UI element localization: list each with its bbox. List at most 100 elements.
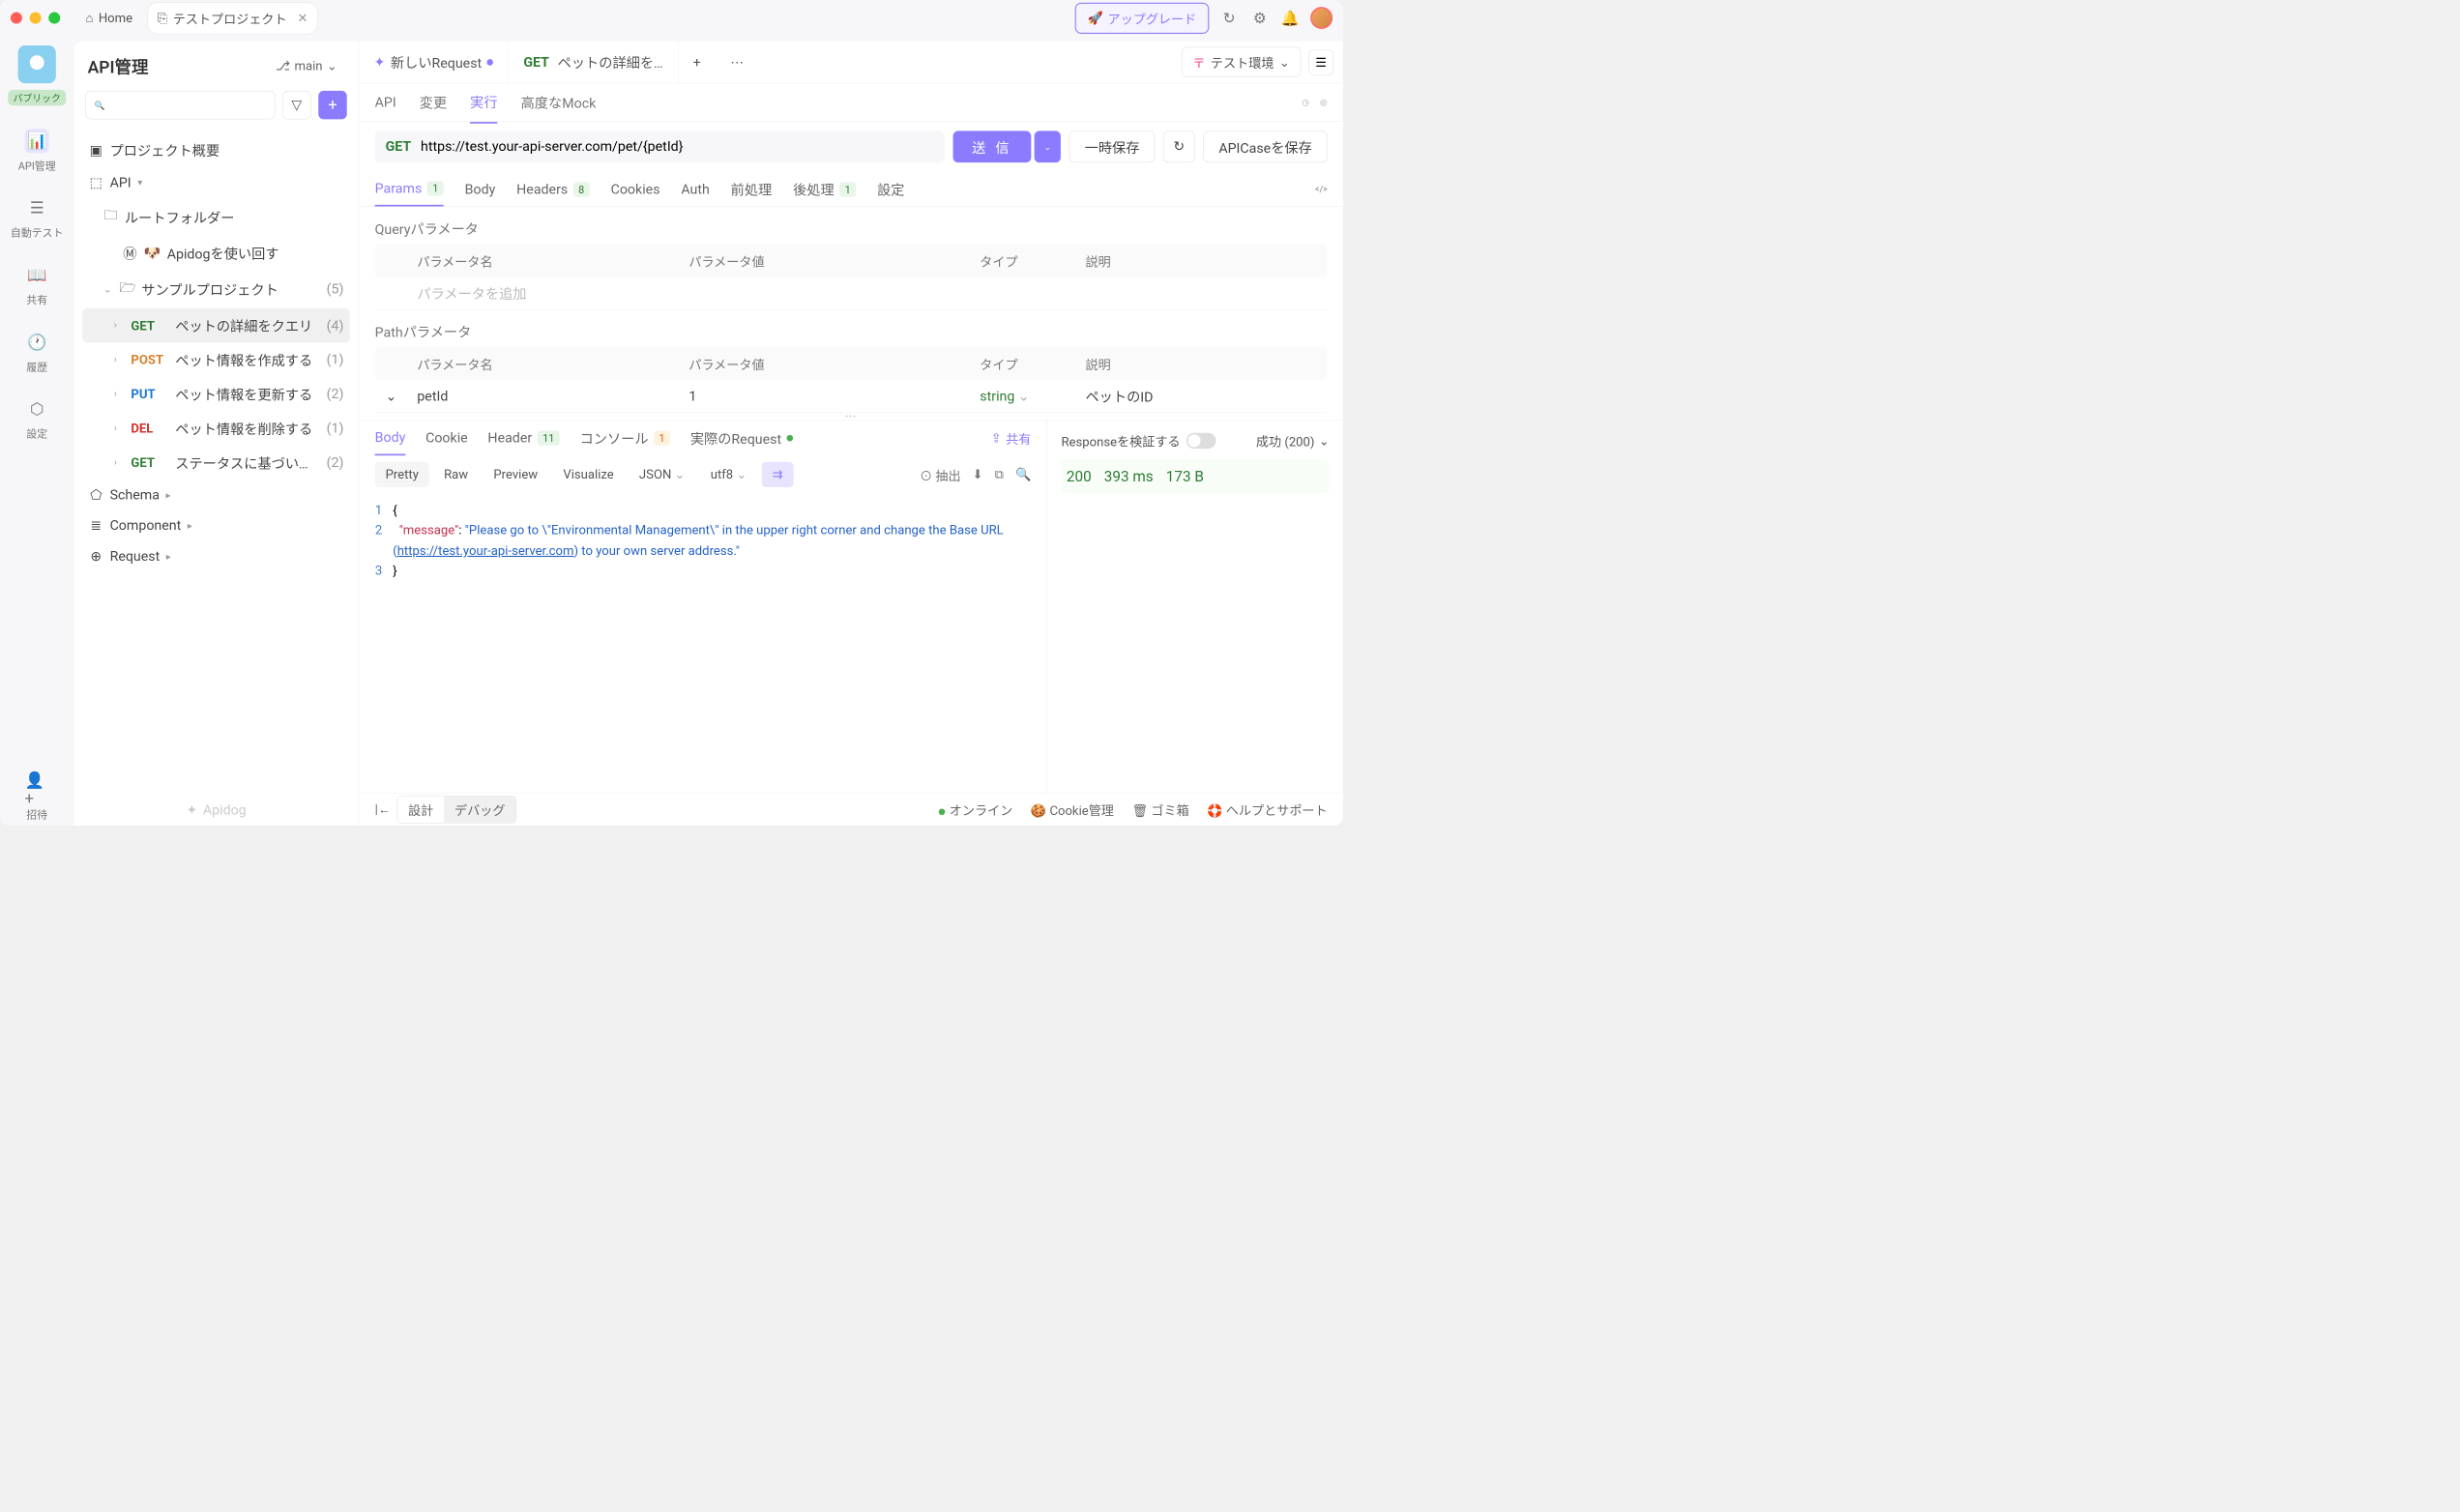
- nav-history[interactable]: 🕐 履歴: [25, 326, 49, 378]
- dropdown-icon: ▾: [137, 177, 148, 188]
- path-param-row[interactable]: ⌄ petId 1 string ⌄ ペットのID: [375, 380, 1328, 413]
- close-tab-icon[interactable]: ✕: [298, 11, 308, 25]
- subtab-change[interactable]: 変更: [420, 82, 447, 123]
- tree-sample-project[interactable]: ⌄ 🗁 サンプルプロジェクト (5): [82, 271, 350, 308]
- nav-settings[interactable]: ⬡ 設定: [25, 393, 49, 445]
- tool-utf8[interactable]: utf8 ⌄: [700, 462, 758, 487]
- copy-icon[interactable]: ⧉: [995, 467, 1004, 481]
- tree-schema[interactable]: ⬠ Schema ▸: [82, 480, 350, 510]
- resp-tab-header[interactable]: Header 11: [487, 422, 559, 454]
- resp-tab-cookie[interactable]: Cookie: [425, 422, 468, 454]
- ws-add-tab[interactable]: +: [678, 42, 716, 83]
- col-value: パラメータ値: [678, 251, 969, 270]
- trash-button[interactable]: 🗑 ゴミ箱: [1131, 800, 1188, 819]
- splitter[interactable]: •••: [359, 413, 1343, 421]
- save-temp-button[interactable]: 一時保存: [1069, 131, 1155, 162]
- debug-mode[interactable]: デバッグ: [444, 796, 515, 823]
- mode-toggle[interactable]: 設計 デバッグ: [397, 796, 516, 824]
- req-tab-auth[interactable]: Auth: [681, 173, 709, 206]
- nav-workspace[interactable]: パブリック: [8, 42, 66, 110]
- reset-button[interactable]: ↻: [1163, 131, 1195, 162]
- search-icon[interactable]: 🔍: [1015, 467, 1031, 481]
- req-tab-cookies[interactable]: Cookies: [611, 173, 660, 206]
- tree-root-folder[interactable]: 🗀 ルートフォルダー: [82, 198, 350, 236]
- filter-button[interactable]: ▽: [282, 91, 310, 119]
- param-value[interactable]: 1: [678, 389, 969, 404]
- tree-endpoint-2[interactable]: › PUT ペット情報を更新する (2): [82, 377, 350, 411]
- extract-button[interactable]: ⊙ 抽出: [920, 465, 961, 483]
- nav-autotest[interactable]: ☰ 自動テスト: [11, 191, 64, 244]
- subtab-run[interactable]: 実行: [470, 81, 497, 124]
- collapse-icon[interactable]: |←: [375, 801, 391, 817]
- clock-icon[interactable]: ◷: [1302, 97, 1309, 106]
- req-tab-settings[interactable]: 設定: [877, 171, 904, 208]
- validate-toggle[interactable]: [1186, 432, 1216, 448]
- req-tab-params[interactable]: Params 1: [375, 172, 444, 206]
- tree-endpoint-4[interactable]: › GET ステータスに基づい… (2): [82, 446, 350, 480]
- online-status[interactable]: オンライン: [939, 800, 1012, 819]
- tree-apidog-guide[interactable]: Ⓜ 🐶 Apidogを使い回す: [82, 236, 350, 270]
- home-button[interactable]: ⌂ Home: [76, 5, 142, 31]
- param-type[interactable]: string ⌄: [969, 389, 1074, 404]
- upgrade-button[interactable]: 🚀 アップグレード: [1075, 2, 1210, 33]
- project-tab[interactable]: ⎘ テストプロジェクト ✕: [147, 2, 318, 34]
- save-case-button[interactable]: APICaseを保存: [1203, 131, 1327, 162]
- resp-tab-body[interactable]: Body: [375, 421, 406, 454]
- ws-tab-new-request[interactable]: ✦ 新しいRequest: [359, 42, 509, 83]
- param-desc[interactable]: ペットのID: [1075, 387, 1328, 406]
- nav-invite[interactable]: 👤+ 招待: [25, 773, 49, 826]
- send-dropdown[interactable]: ⌄: [1035, 131, 1061, 162]
- req-tab-body[interactable]: Body: [465, 173, 496, 206]
- window-minimize[interactable]: [30, 13, 42, 24]
- tree-request[interactable]: ⊕ Request ▸: [82, 541, 350, 572]
- share-button[interactable]: ⇪ 共有: [991, 429, 1032, 448]
- window-close[interactable]: [11, 13, 22, 24]
- status-selector[interactable]: 成功 (200) ⌄: [1256, 431, 1330, 450]
- add-button[interactable]: +: [318, 91, 346, 119]
- subtab-mock[interactable]: 高度なMock: [521, 82, 597, 123]
- code-icon[interactable]: </>: [1315, 185, 1328, 194]
- tree-endpoint-1[interactable]: › POST ペット情報を作成する (1): [82, 342, 350, 376]
- tool-visualize[interactable]: Visualize: [552, 462, 624, 487]
- tool-json[interactable]: JSON ⌄: [629, 462, 695, 487]
- target-icon[interactable]: ◎: [1320, 97, 1328, 106]
- ws-tab-menu[interactable]: ⋯: [716, 42, 759, 83]
- bell-icon[interactable]: 🔔: [1280, 8, 1302, 29]
- tool-wrap[interactable]: ⇉: [762, 462, 794, 487]
- branch-selector[interactable]: ⎇ main ⌄: [268, 54, 344, 77]
- req-tab-post[interactable]: 後処理 1: [793, 171, 856, 208]
- url-bar[interactable]: GET https://test.your-api-server.com/pet…: [375, 131, 945, 162]
- response-body[interactable]: 1{ 2 "message": "Please go to \"Environm…: [359, 494, 1046, 794]
- param-name[interactable]: petId: [406, 389, 678, 404]
- tree-endpoint-3[interactable]: › DEL ペット情報を削除する (1): [82, 411, 350, 445]
- tree-endpoint-0[interactable]: › GET ペットの詳細をクエリ (4): [82, 308, 350, 342]
- window-maximize[interactable]: [48, 13, 60, 24]
- subtab-api[interactable]: API: [375, 84, 396, 121]
- nav-api[interactable]: 📊 API管理: [18, 125, 56, 177]
- tree-project-overview[interactable]: ▣ プロジェクト概要: [82, 133, 350, 167]
- ws-tab-current[interactable]: GET ペットの詳細を…: [509, 42, 678, 83]
- resp-tab-console[interactable]: コンソール 1: [580, 421, 671, 456]
- help-button[interactable]: 🛟 ヘルプとサポート: [1207, 800, 1327, 819]
- avatar[interactable]: [1310, 7, 1332, 29]
- tool-pretty[interactable]: Pretty: [375, 462, 429, 487]
- cookie-manager[interactable]: 🍪 Cookie管理: [1031, 800, 1114, 819]
- tool-raw[interactable]: Raw: [433, 462, 479, 487]
- req-tab-pre[interactable]: 前処理: [731, 171, 773, 208]
- row-toggle[interactable]: ⌄: [375, 389, 407, 404]
- query-add-row[interactable]: パラメータを追加: [375, 277, 1328, 310]
- send-button[interactable]: 送 信: [952, 131, 1031, 162]
- req-tab-headers[interactable]: Headers 8: [516, 173, 590, 206]
- refresh-button[interactable]: ↻: [1218, 8, 1240, 29]
- environment-selector[interactable]: 〒 テスト環境 ⌄: [1182, 47, 1301, 77]
- tool-preview[interactable]: Preview: [483, 462, 548, 487]
- env-menu-button[interactable]: ☰: [1308, 49, 1333, 74]
- tree-component[interactable]: ≣ Component ▸: [82, 510, 350, 541]
- nav-share[interactable]: 📖 共有: [25, 259, 49, 311]
- gear-icon[interactable]: ⚙: [1249, 8, 1271, 29]
- resp-tab-actual[interactable]: 実際のRequest: [690, 421, 793, 456]
- search-input[interactable]: 🔍: [85, 91, 275, 119]
- download-icon[interactable]: ⬇: [973, 467, 983, 481]
- tree-api-root[interactable]: ⬚ API ▾: [82, 167, 350, 198]
- design-mode[interactable]: 設計: [397, 796, 444, 823]
